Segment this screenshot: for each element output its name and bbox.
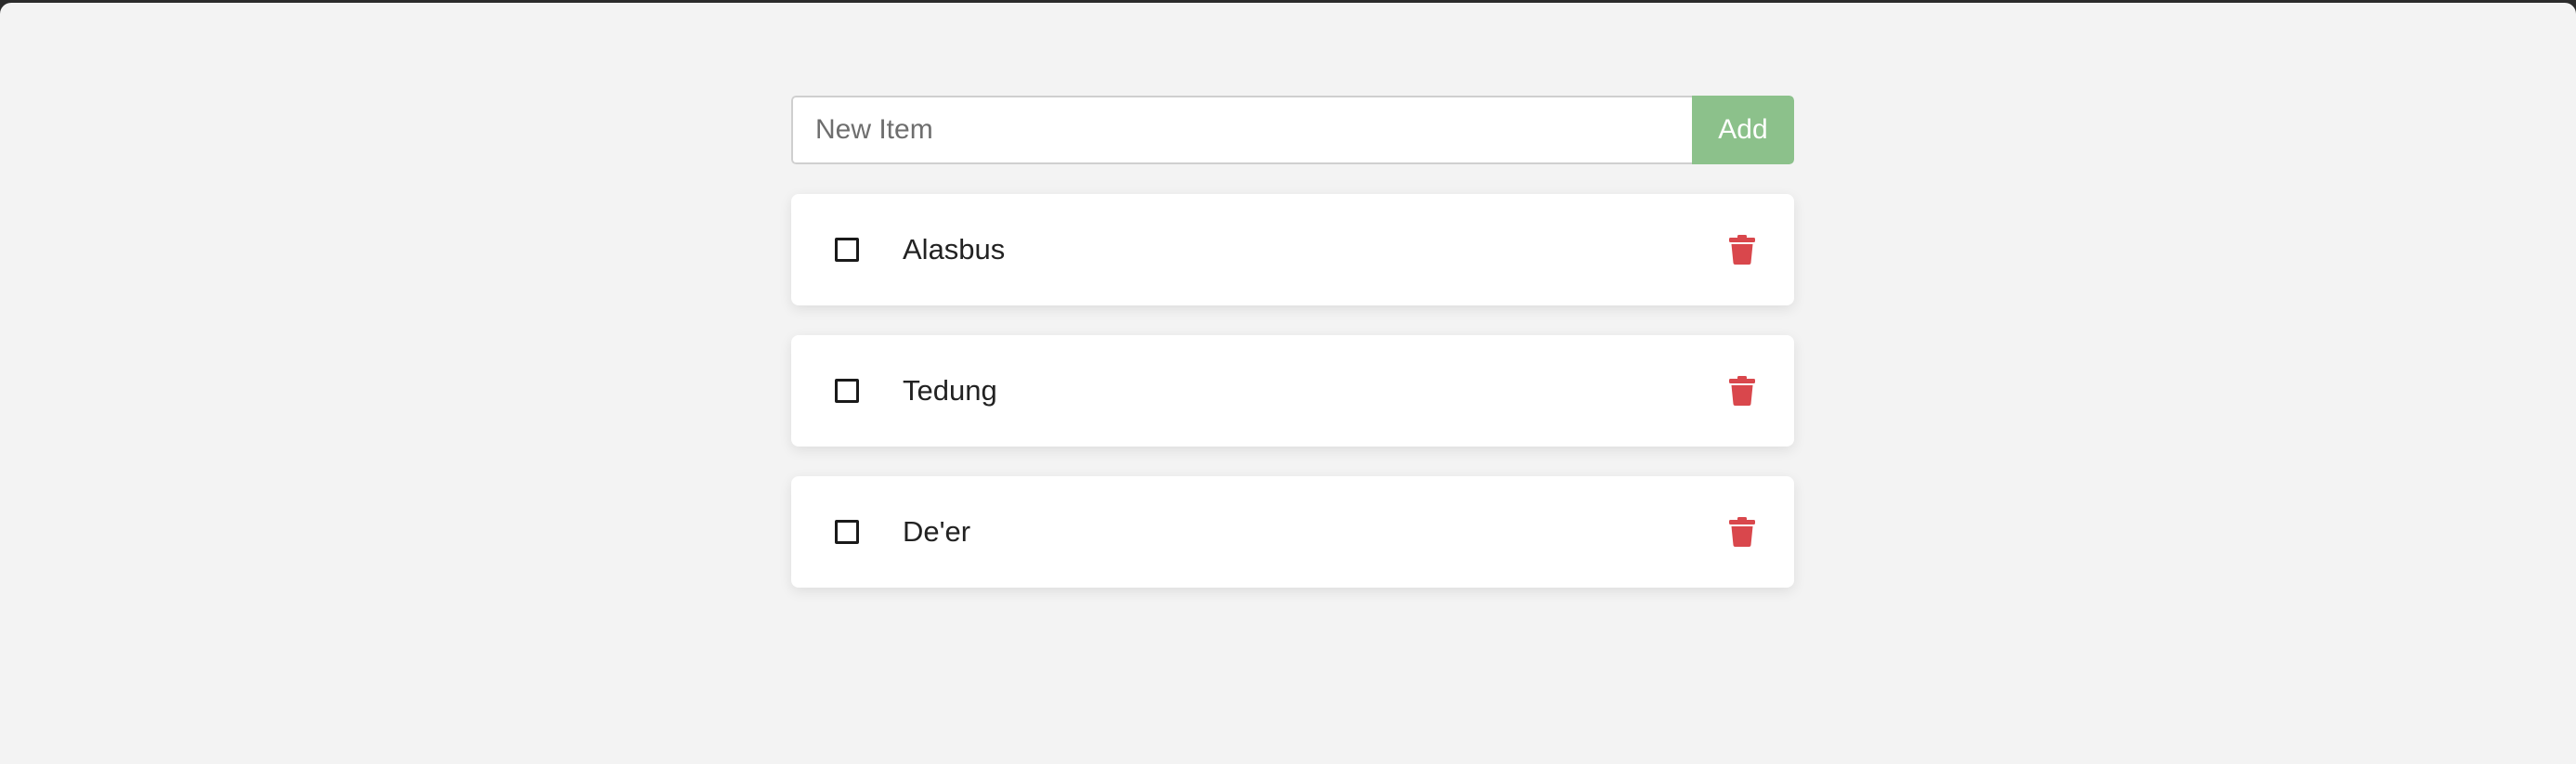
app-viewport: Add Alasbus Tedung	[0, 3, 2576, 764]
todo-list: Alasbus Tedung De'er	[791, 194, 1794, 588]
todo-item: Alasbus	[791, 194, 1794, 305]
trash-icon	[1729, 517, 1755, 547]
todo-app: Add Alasbus Tedung	[791, 96, 1794, 617]
add-item-form: Add	[791, 96, 1794, 164]
item-checkbox[interactable]	[835, 520, 859, 544]
item-label: Alasbus	[903, 233, 1006, 265]
delete-button[interactable]	[1727, 234, 1757, 265]
add-button[interactable]: Add	[1692, 96, 1794, 164]
trash-icon	[1729, 235, 1755, 265]
trash-icon	[1729, 376, 1755, 406]
todo-item: Tedung	[791, 335, 1794, 447]
item-checkbox[interactable]	[835, 238, 859, 262]
item-label: Tedung	[903, 374, 997, 407]
delete-button[interactable]	[1727, 375, 1757, 407]
delete-button[interactable]	[1727, 516, 1757, 548]
todo-item: De'er	[791, 476, 1794, 588]
item-label: De'er	[903, 515, 971, 548]
new-item-input[interactable]	[791, 96, 1692, 164]
item-checkbox[interactable]	[835, 379, 859, 403]
